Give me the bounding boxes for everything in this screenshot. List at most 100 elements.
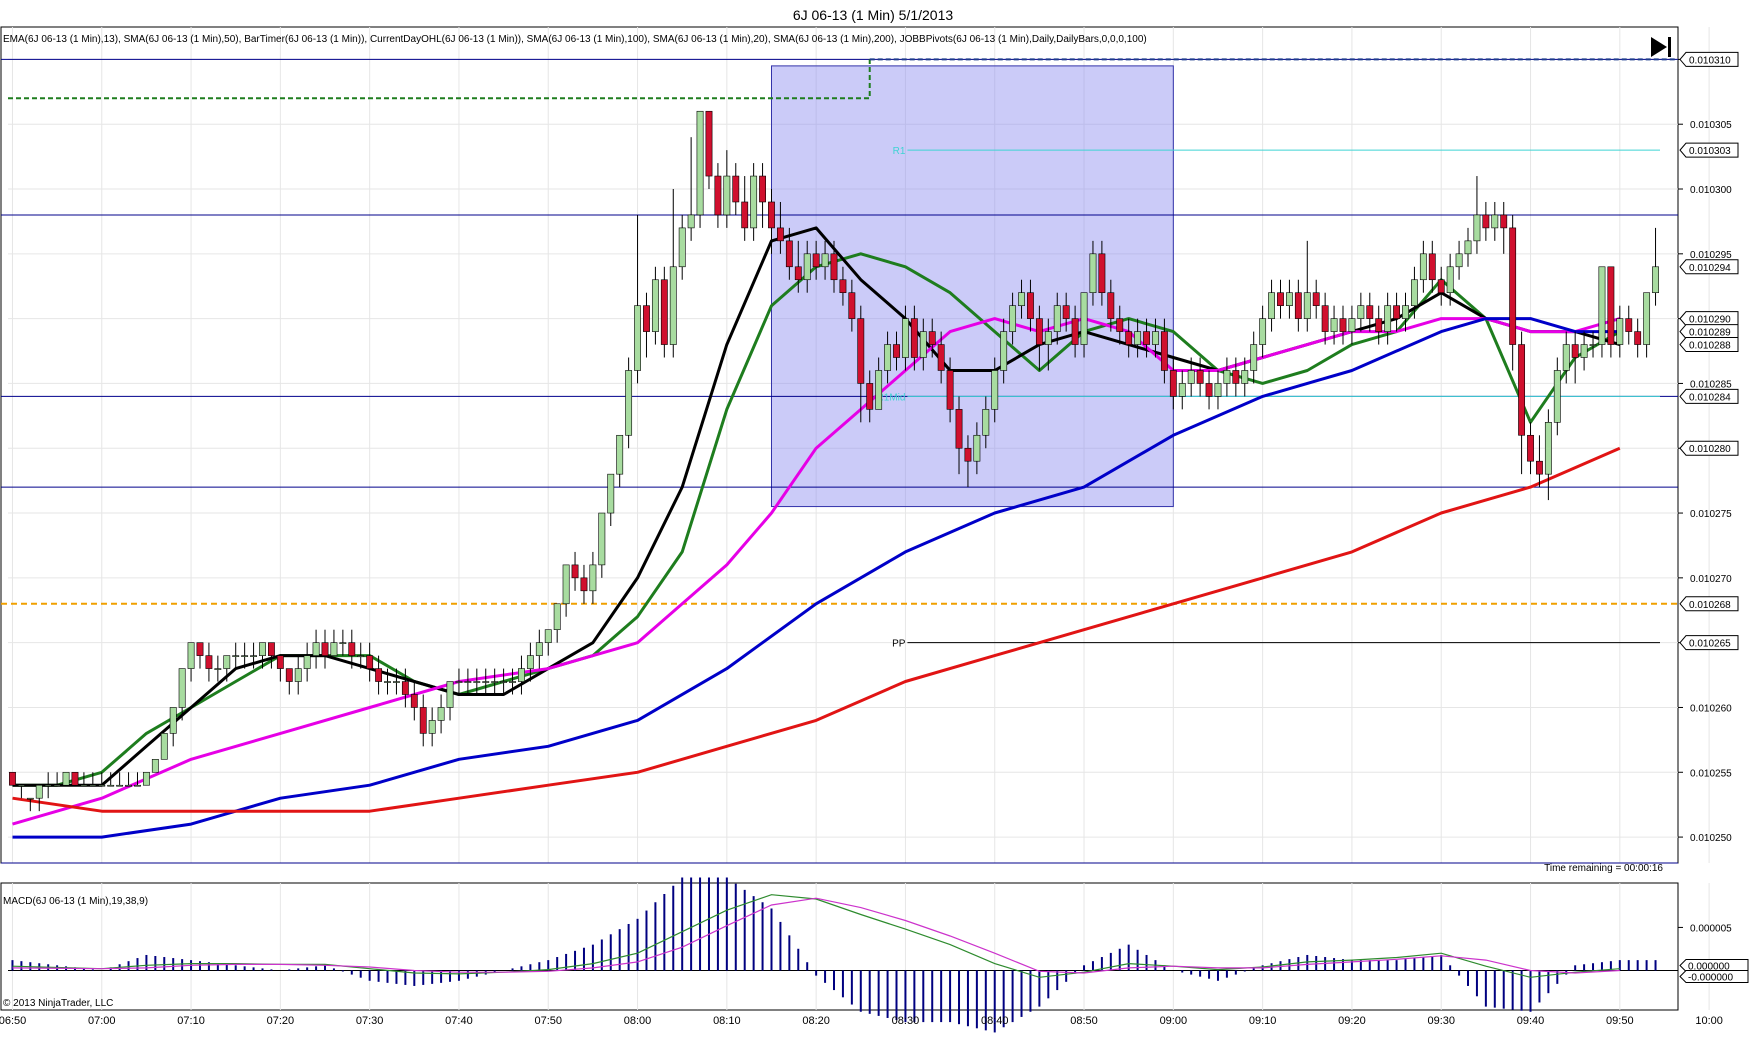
candle-body-up [1223, 370, 1231, 384]
candle-body-up [473, 681, 481, 683]
candle[interactable] [660, 266, 668, 358]
candle[interactable] [160, 733, 168, 760]
price-tag: 0.010268 [1679, 596, 1739, 612]
candle-body-down [1107, 292, 1115, 319]
pivot-label: PP [892, 639, 906, 650]
candle-body-up [1178, 383, 1186, 397]
candle-body-down [759, 175, 766, 203]
candle-body-down [768, 201, 775, 229]
candle-body-down [1339, 318, 1347, 332]
macd-price-tag-label: -0.000000 [1688, 972, 1733, 983]
candle-body-up [1464, 240, 1472, 255]
candle-body-up [125, 784, 132, 787]
candle-body-up [339, 642, 347, 644]
candle-body-up [1089, 253, 1097, 294]
chart-canvas[interactable]: 6J 06-13 (1 Min) 5/1/2013 R1R1MidPP 0.00… [0, 0, 1752, 1055]
candle-body-down [196, 642, 204, 656]
candle-body-up [1473, 214, 1481, 242]
candle-body-down [893, 344, 900, 358]
candle-body-down [366, 655, 374, 669]
price-tag: 0.010294 [1679, 259, 1739, 275]
candle-body-down [1196, 370, 1204, 384]
candle-body-up [1250, 344, 1258, 371]
price-tag-label: 0.010303 [1689, 146, 1731, 157]
candle[interactable] [696, 110, 704, 228]
candle-body-up [723, 175, 731, 216]
opening-range-layer [770, 65, 1174, 508]
candle-body-up [884, 344, 892, 371]
price-tag: 0.010303 [1679, 142, 1739, 158]
x-tick-label: 08:40 [981, 1015, 1009, 1027]
candle-body-down [1536, 460, 1543, 475]
candle-body-up [535, 642, 543, 656]
chart-window: 6J 06-13 (1 Min) 5/1/2013 R1 R1Mid PP 0.00… [0, 0, 1752, 1060]
x-tick-label: 08:00 [624, 1015, 652, 1027]
price-tag-label: 0.010289 [1689, 328, 1731, 339]
candle-body-down [1500, 214, 1508, 229]
candle-body-up [1589, 344, 1597, 346]
candle[interactable] [151, 759, 159, 773]
x-tick-label: 09:30 [1427, 1015, 1455, 1027]
x-tick-label: 08:10 [713, 1015, 741, 1027]
candle[interactable] [71, 771, 79, 786]
candle-body-up [464, 681, 472, 683]
candle-body-down [1169, 370, 1177, 397]
x-tick-label: 07:40 [445, 1015, 473, 1027]
candle-body-up [80, 784, 88, 787]
candle-body-up [330, 642, 338, 656]
candle-body-down [785, 240, 793, 268]
candle-body-up [35, 784, 43, 799]
candle-body-up [26, 797, 34, 800]
candle-body-up [446, 681, 454, 708]
candle-body-down [714, 175, 722, 216]
candle-body-down [580, 577, 588, 592]
candle-body-up [312, 642, 320, 656]
candle-body-up [1598, 266, 1606, 345]
candle-body-down [348, 642, 356, 656]
x-tick-label: 09:40 [1517, 1015, 1545, 1027]
candle-body-up [991, 370, 999, 410]
y-tick-label: 0.010260 [1690, 703, 1732, 714]
candle-body-up [1544, 422, 1552, 475]
candle-body-down [1294, 292, 1302, 319]
candle-body-down [705, 110, 713, 177]
candle-body-up [678, 227, 686, 268]
candle-body-down [1062, 305, 1070, 319]
candle-body-down [848, 292, 856, 319]
candle-body-down [1205, 383, 1213, 397]
candle-body-down [830, 253, 838, 281]
candle-body-up [437, 707, 445, 721]
candle[interactable] [625, 357, 633, 449]
candle[interactable] [142, 771, 150, 786]
candle-body-up [651, 279, 659, 332]
candle-body-up [1616, 318, 1624, 345]
candle-body-up [116, 784, 124, 787]
candle[interactable] [1607, 266, 1615, 358]
candle-body-up [62, 771, 70, 786]
price-tag-label: 0.010294 [1689, 263, 1731, 274]
x-tick-label: 09:00 [1160, 1015, 1188, 1027]
candle-body-up [1330, 318, 1338, 332]
price-tag-label: 0.010288 [1689, 341, 1731, 352]
candle-body-down [1571, 344, 1579, 358]
candle-body-up [160, 733, 168, 760]
candle-body-up [1419, 253, 1427, 281]
candle-body-down [741, 201, 749, 229]
candle-body-up [518, 668, 525, 682]
candle[interactable] [1598, 266, 1606, 358]
candle-body-up [491, 681, 499, 683]
y-tick-label: 0.010270 [1690, 574, 1732, 585]
candle-body-down [1312, 292, 1320, 306]
candle-body-up [214, 668, 222, 670]
candle-body-up [669, 266, 677, 345]
candle[interactable] [62, 771, 70, 786]
candle-body-up [44, 784, 52, 787]
x-tick-label: 07:30 [356, 1015, 384, 1027]
candle[interactable] [9, 771, 16, 786]
candle-body-up [294, 668, 302, 682]
candle-body-down [1634, 331, 1642, 345]
candle-body-down [946, 370, 954, 410]
candle-body-down [1607, 266, 1615, 345]
y-tick-label: 0.010300 [1690, 185, 1732, 196]
candle-body-down [1277, 292, 1284, 306]
